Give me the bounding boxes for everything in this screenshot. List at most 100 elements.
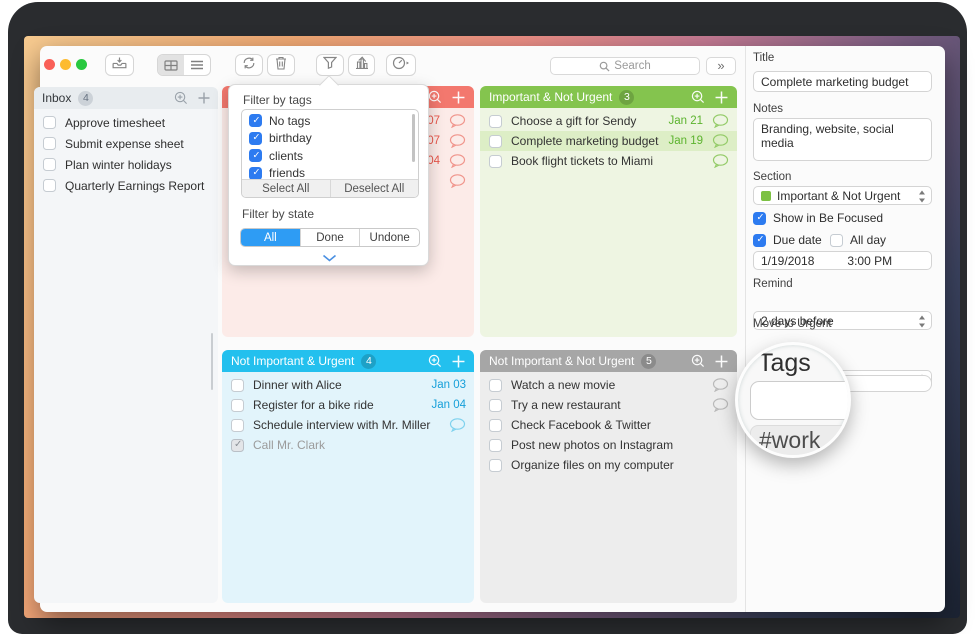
task-checkbox[interactable] <box>489 115 502 128</box>
task-row[interactable]: Post new photos on Instagram <box>480 435 737 455</box>
inbox-task-row[interactable]: Approve timesheet <box>34 112 218 133</box>
zoom-in-icon[interactable] <box>691 354 705 368</box>
zoom-in-icon[interactable] <box>428 90 442 104</box>
task-row[interactable]: Book flight tickets to Miami <box>480 151 737 171</box>
task-row[interactable]: Complete marketing budget Jan 19 <box>480 131 737 151</box>
add-task-icon[interactable] <box>715 91 728 104</box>
due-date-value[interactable]: 1/19/2018 <box>761 254 814 268</box>
grid-view-button[interactable] <box>158 55 184 75</box>
task-checkbox[interactable] <box>43 116 56 129</box>
task-checkbox[interactable] <box>489 459 502 472</box>
due-time-value[interactable]: 3:00 PM <box>847 254 892 268</box>
due-date-checkbox[interactable] <box>753 234 766 247</box>
show-in-be-focused-checkbox[interactable] <box>753 212 766 225</box>
task-row[interactable]: Schedule interview with Mr. Miller <box>222 415 474 435</box>
task-row[interactable]: Check Facebook & Twitter <box>480 415 737 435</box>
scrollbar-thumb[interactable] <box>211 333 213 390</box>
tag-filter-listbox: No tags birthday clients friends <box>241 109 419 198</box>
task-due-date: Jan 19 <box>668 135 703 147</box>
task-checkbox[interactable] <box>43 158 56 171</box>
sidebar-divider <box>745 46 746 612</box>
task-row[interactable]: Call Mr. Clark <box>222 435 474 455</box>
task-row[interactable]: Register for a bike ride Jan 04 <box>222 395 474 415</box>
due-date-label: Due date <box>773 233 822 247</box>
due-datetime-field[interactable]: 1/19/2018 3:00 PM <box>753 251 932 270</box>
task-row[interactable]: Try a new restaurant <box>480 395 737 415</box>
tag-checkbox[interactable] <box>249 132 262 145</box>
task-checkbox[interactable] <box>231 439 244 452</box>
timer-button[interactable] <box>386 54 416 76</box>
inbox-toolbar-button[interactable] <box>105 54 134 76</box>
statistics-button[interactable] <box>348 54 375 76</box>
all-day-checkbox[interactable] <box>830 234 843 247</box>
inbox-task-row[interactable]: Quarterly Earnings Report <box>34 175 218 196</box>
scrollbar-thumb[interactable] <box>412 114 415 162</box>
quadrant-title: Important & Not Urgent <box>489 90 612 104</box>
select-all-button[interactable]: Select All <box>242 180 330 197</box>
delete-button[interactable] <box>267 54 295 76</box>
section-select[interactable]: Important & Not Urgent <box>753 186 932 205</box>
add-task-icon[interactable] <box>715 355 728 368</box>
screenshot-stage: Search » Inbox 4 Approve timesheet Submi… <box>0 0 975 634</box>
add-task-icon[interactable] <box>452 91 465 104</box>
tag-chip[interactable]: #work <box>750 425 850 456</box>
task-checkbox[interactable] <box>489 419 502 432</box>
zoom-in-icon[interactable] <box>691 90 705 104</box>
list-view-button[interactable] <box>184 55 210 75</box>
task-checkbox[interactable] <box>489 135 502 148</box>
expand-toolbar-button[interactable]: » <box>706 57 736 75</box>
task-due-date: Jan 04 <box>431 399 466 411</box>
task-checkbox[interactable] <box>489 155 502 168</box>
minimize-window-button[interactable] <box>60 59 71 70</box>
task-label: Book flight tickets to Miami <box>511 154 653 168</box>
tag-checkbox[interactable] <box>249 114 262 127</box>
state-segmented-control: All Done Undone <box>240 228 420 247</box>
task-checkbox[interactable] <box>489 439 502 452</box>
inbox-task-row[interactable]: Plan winter holidays <box>34 154 218 175</box>
filter-state-segment[interactable]: All <box>241 229 300 246</box>
task-checkbox[interactable] <box>489 379 502 392</box>
task-checkbox[interactable] <box>231 379 244 392</box>
add-task-icon[interactable] <box>198 92 210 104</box>
tags-input-magnified[interactable] <box>750 381 851 420</box>
title-input[interactable] <box>753 71 932 92</box>
search-input[interactable]: Search <box>550 57 700 75</box>
notes-input[interactable]: Branding, website, social media <box>753 118 932 161</box>
task-row[interactable]: Organize files on my computer <box>480 455 737 475</box>
refresh-button[interactable] <box>235 54 263 76</box>
task-row[interactable]: Dinner with Alice Jan 03 <box>222 375 474 395</box>
filter-state-segment[interactable]: Done <box>300 229 360 246</box>
close-window-button[interactable] <box>44 59 55 70</box>
tag-checkbox[interactable] <box>249 167 262 180</box>
deselect-all-button[interactable]: Deselect All <box>330 180 419 197</box>
quadrant-not-important-urgent: Not Important & Urgent 4 Dinner with Ali… <box>222 350 474 603</box>
chevron-down-icon[interactable] <box>322 249 337 267</box>
zoom-in-icon[interactable] <box>428 354 442 368</box>
filter-state-segment[interactable]: Undone <box>359 229 419 246</box>
tag-checkbox[interactable] <box>249 149 262 162</box>
task-label: Schedule interview with Mr. Miller <box>253 418 430 432</box>
add-task-icon[interactable] <box>452 355 465 368</box>
filter-by-tags-label: Filter by tags <box>243 93 312 107</box>
comment-icon <box>449 154 466 168</box>
tag-filter-row[interactable]: No tags <box>242 112 418 130</box>
quadrant-important-not-urgent: Important & Not Urgent 3 Choose a gift f… <box>480 86 737 337</box>
zoom-in-icon[interactable] <box>174 91 188 105</box>
task-checkbox[interactable] <box>43 179 56 192</box>
task-checkbox[interactable] <box>231 399 244 412</box>
inbox-task-row[interactable]: Submit expense sheet <box>34 133 218 154</box>
task-checkbox[interactable] <box>231 419 244 432</box>
tag-label: clients <box>269 149 303 163</box>
tag-filter-row[interactable]: birthday <box>242 130 418 148</box>
remind-label: Remind <box>753 278 793 290</box>
section-value: Important & Not Urgent <box>777 189 900 203</box>
quadrant-count-badge: 5 <box>641 354 656 369</box>
zoom-window-button[interactable] <box>76 59 87 70</box>
task-row[interactable]: Choose a gift for Sendy Jan 21 <box>480 111 737 131</box>
filter-button[interactable] <box>316 54 344 76</box>
task-row[interactable]: Watch a new movie <box>480 375 737 395</box>
task-checkbox[interactable] <box>489 399 502 412</box>
comment-icon <box>449 114 466 128</box>
task-checkbox[interactable] <box>43 137 56 150</box>
tag-filter-row[interactable]: clients <box>242 147 418 165</box>
